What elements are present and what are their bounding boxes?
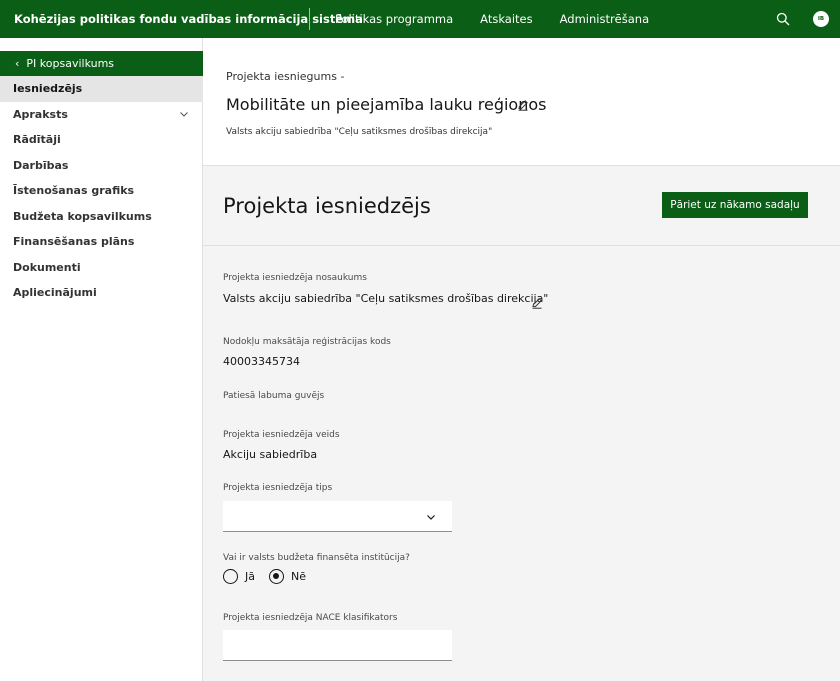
sidebar-item-iesniedzejs[interactable]: Iesniedzējs <box>0 76 203 102</box>
radio-no[interactable]: Nē <box>269 569 306 584</box>
sidebar-item-raditaji[interactable]: Rādītāji <box>0 127 203 153</box>
applicant-name-value: Valsts akciju sabiedrība "Ceļu satiksmes… <box>223 292 549 305</box>
sidebar-item-apliecinajumi[interactable]: Apliecinājumi <box>0 280 203 306</box>
sidebar-item-istenosanas-grafiks[interactable]: Īstenošanas grafiks <box>0 178 203 204</box>
next-section-button[interactable]: Pāriet uz nākamo sadaļu <box>662 192 808 218</box>
sidebar-item-label: Rādītāji <box>13 133 61 147</box>
page-subtitle: Valsts akciju sabiedrība "Ceļu satiksmes… <box>226 127 493 137</box>
page-title: Mobilitāte un pieejamība lauku reģionos <box>226 95 547 114</box>
sidebar-item-darbibas[interactable]: Darbības <box>0 153 203 179</box>
sidebar-item-label: Apraksts <box>13 107 68 121</box>
sidebar-item-apraksts[interactable]: Apraksts <box>0 102 203 128</box>
breadcrumb: Projekta iesniegums - <box>226 70 345 83</box>
section-title: Projekta iesniedzējs <box>223 194 431 218</box>
sidebar-item-label: Darbības <box>13 158 69 172</box>
sidebar: ‹ PI kopsavilkums Iesniedzējs Apraksts R… <box>0 38 203 681</box>
content-panel: Projekta iesniedzējs Pāriet uz nākamo sa… <box>203 165 840 681</box>
search-icon[interactable] <box>776 12 790 26</box>
section-header: Projekta iesniedzējs Pāriet uz nākamo sa… <box>203 166 840 246</box>
sidebar-nav: Iesniedzējs Apraksts Rādītāji Darbības Ī… <box>0 76 203 306</box>
back-button-label: PI kopsavilkums <box>26 57 115 70</box>
sidebar-item-label: Apliecinājumi <box>13 286 97 300</box>
back-to-summary-button[interactable]: ‹ PI kopsavilkums <box>0 51 203 76</box>
chevron-down-icon <box>180 112 188 117</box>
header-divider <box>309 8 310 30</box>
pencil-icon[interactable] <box>531 297 543 309</box>
sidebar-item-label: Dokumenti <box>13 260 81 274</box>
beneficial-owner-label: Patiesā labuma guvējs <box>223 391 325 401</box>
applicant-type-label: Projekta iesniedzēja veids <box>223 430 340 440</box>
applicant-name-label: Projekta iesniedzēja nosaukums <box>223 273 367 283</box>
nace-classifier-input[interactable] <box>223 630 452 661</box>
sidebar-item-label: Finansēšanas plāns <box>13 235 135 249</box>
chevron-left-icon: ‹ <box>15 57 20 70</box>
radio-yes-label: Jā <box>245 570 255 583</box>
sidebar-item-label: Īstenošanas grafiks <box>13 184 135 198</box>
page-header: Projekta iesniegums - Mobilitāte un piee… <box>203 38 840 165</box>
radio-button-selected[interactable] <box>269 569 284 584</box>
nav-administresana[interactable]: Administrēšana <box>560 12 650 26</box>
radio-button[interactable] <box>223 569 238 584</box>
applicant-type-value: Akciju sabiedrība <box>223 448 318 461</box>
radio-yes[interactable]: Jā <box>223 569 255 584</box>
radio-no-label: Nē <box>291 570 306 583</box>
sidebar-item-label: Iesniedzējs <box>13 82 83 96</box>
user-avatar[interactable]: IB <box>813 11 829 27</box>
top-bar: Kohēzijas politikas fondu vadības inform… <box>0 0 840 38</box>
applicant-kind-label: Projekta iesniedzēja tips <box>223 483 333 493</box>
sidebar-item-finansesanas-plans[interactable]: Finansēšanas plāns <box>0 229 203 255</box>
sidebar-item-dokumenti[interactable]: Dokumenti <box>0 255 203 281</box>
registration-code-label: Nodokļu maksātāja reģistrācijas kods <box>223 337 391 347</box>
nace-classifier-label: Projekta iesniedzēja NACE klasifikators <box>223 613 398 623</box>
pencil-icon[interactable] <box>517 99 529 111</box>
sidebar-item-budzeta-kopsavilkums[interactable]: Budžeta kopsavilkums <box>0 204 203 230</box>
budget-institution-label: Vai ir valsts budžeta finansēta institūc… <box>223 553 410 563</box>
budget-institution-radio-group: Jā Nē <box>223 569 320 584</box>
registration-code-value: 40003345734 <box>223 355 300 368</box>
nav-atskaites[interactable]: Atskaites <box>480 12 532 26</box>
nav-politikas-programma[interactable]: Politikas programma <box>335 12 453 26</box>
applicant-kind-select[interactable] <box>223 501 452 532</box>
sidebar-item-label: Budžeta kopsavilkums <box>13 209 152 223</box>
app-title[interactable]: Kohēzijas politikas fondu vadības inform… <box>0 12 363 26</box>
chevron-down-icon <box>427 515 435 520</box>
